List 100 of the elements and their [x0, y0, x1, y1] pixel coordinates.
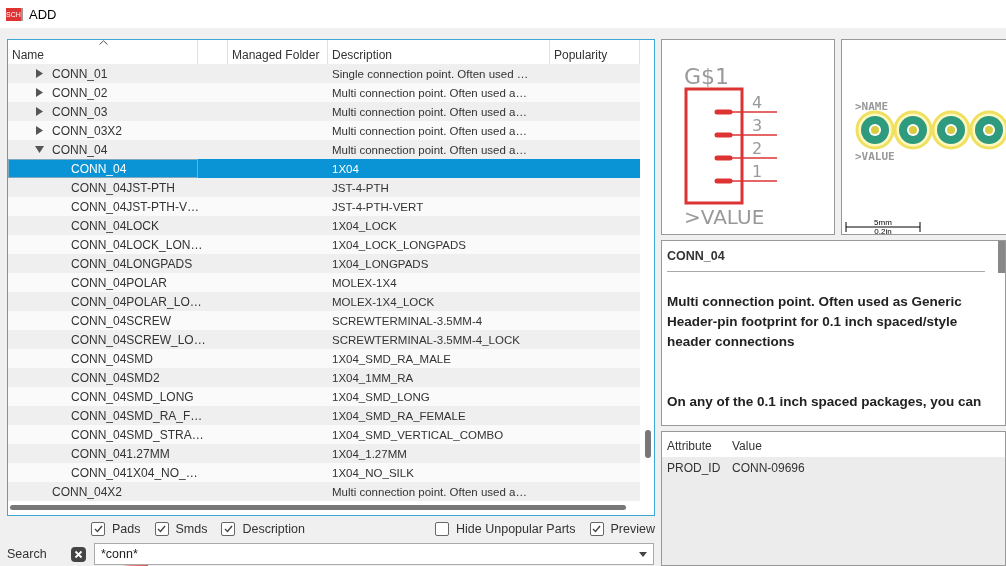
scrollbar-thumb[interactable]	[645, 430, 651, 458]
scrollbar-thumb[interactable]	[998, 241, 1005, 273]
part-description: Multi connection point. Often used a…	[331, 124, 528, 137]
part-name: CONN_041.27MM	[71, 446, 170, 461]
table-row[interactable]: CONN_041.27MM 1X04_1.27MM	[8, 444, 640, 463]
part-name: CONN_04SCREW_LO…	[71, 332, 206, 347]
checkmark-icon	[592, 525, 602, 534]
filter-checkbox[interactable]: Smds	[154, 522, 208, 537]
part-description: 1X04_NO_SILK	[331, 466, 415, 479]
part-description: 1X04_1.27MM	[331, 447, 408, 460]
table-row[interactable]: CONN_04POLAR MOLEX-1X4	[8, 273, 640, 292]
part-description: 1X04_LOCK_LONGPADS	[331, 238, 468, 251]
column-header[interactable]: Attribute	[662, 439, 727, 457]
table-row[interactable]: CONN_04 Multi connection point. Often used a…	[8, 140, 640, 159]
scrollbar-thumb[interactable]	[10, 505, 626, 511]
footprint-drawing: >NAME >VALUE 5mm 0.2in	[842, 40, 1006, 234]
table-row[interactable]: CONN_04SMD_RA_F… 1X04_SMD_RA_FEMALE	[8, 406, 640, 425]
part-name: CONN_04X2	[52, 484, 123, 499]
part-description: JST-4-PTH-VERT	[331, 200, 425, 213]
table-row[interactable]: CONN_01 Single connection point. Often used …	[8, 64, 640, 83]
part-title: CONN_04	[667, 249, 985, 272]
table-row[interactable]: CONN_04SMD 1X04_SMD_RA_MALE	[8, 349, 640, 368]
part-name: CONN_04JST-PTH-V…	[71, 199, 200, 214]
part-name: CONN_04POLAR_LO…	[71, 294, 202, 309]
part-name: CONN_03X2	[52, 123, 123, 138]
part-name: CONN_041X04_NO_…	[71, 465, 198, 480]
expand-arrow-icon[interactable]	[35, 126, 44, 135]
filter-checkbox[interactable]: Preview	[589, 522, 655, 537]
part-description: 1X04_LONGPADS	[331, 257, 430, 270]
table-row[interactable]: CONN_04SMD_STRA… 1X04_SMD_VERTICAL_COMBO	[8, 425, 640, 444]
table-row[interactable]: CONN_04JST-PTH-V… JST-4-PTH-VERT	[8, 197, 640, 216]
part-name: CONN_01	[52, 66, 108, 81]
part-name: CONN_04LOCK_LON…	[71, 237, 203, 252]
checkmark-icon	[223, 525, 233, 534]
attribute-cell-text: PROD_ID	[666, 461, 722, 475]
part-description: 1X04_SMD_RA_MALE	[331, 352, 452, 365]
part-name: CONN_04JST-PTH	[71, 180, 176, 195]
table-row[interactable]: CONN_04LOCK_LON… 1X04_LOCK_LONGPADS	[8, 235, 640, 254]
table-row[interactable]: CONN_04LOCK 1X04_LOCK	[8, 216, 640, 235]
table-row[interactable]: CONN_04SCREW SCREWTERMINAL-3.5MM-4	[8, 311, 640, 330]
part-description: Multi connection point. Often used a…	[331, 485, 528, 498]
part-description: 1X04_1MM_RA	[331, 371, 415, 384]
part-description: MOLEX-1X4	[331, 276, 398, 289]
part-name: CONN_04SMD	[71, 351, 154, 366]
part-name: CONN_04SMD_RA_F…	[71, 408, 203, 423]
expand-arrow-icon[interactable]	[35, 69, 44, 78]
part-name: CONN_04SCREW	[71, 313, 172, 328]
part-name: CONN_02	[52, 85, 108, 100]
attribute-cell-text: CONN-09696	[731, 461, 806, 475]
close-icon	[74, 549, 83, 559]
sort-caret-icon	[99, 40, 108, 45]
description-text: On any of the 0.1 inch spaced packages, you can	[667, 393, 983, 411]
part-name: CONN_04	[71, 161, 127, 176]
checkmark-icon	[157, 525, 166, 534]
table-row[interactable]: CONN_04LONGPADS 1X04_LONGPADS	[8, 254, 640, 273]
search-label: Search	[7, 547, 48, 561]
part-description: Multi connection point. Often used a…	[331, 86, 528, 99]
part-description: 1X04	[331, 162, 360, 175]
part-description: Multi connection point. Often used a…	[331, 143, 528, 156]
table-row[interactable]: CONN_041X04_NO_… 1X04_NO_SILK	[8, 463, 640, 482]
description-text: Multi connection point. Often used as Generic Header-pin footprint for 0.1 inch spaced/style header connections	[667, 293, 963, 351]
part-description: MOLEX-1X4_LOCK	[331, 295, 436, 308]
part-description: 1X04_SMD_LONG	[331, 390, 431, 403]
expand-arrow-icon[interactable]	[35, 88, 44, 97]
table-row[interactable]: CONN_04SCREW_LO… SCREWTERMINAL-3.5MM-4_LOCK	[8, 330, 640, 349]
part-name: CONN_04SMD_STRA…	[71, 427, 204, 442]
part-description: Multi connection point. Often used a…	[331, 105, 528, 118]
filter-checkbox[interactable]: Pads	[91, 522, 141, 537]
column-header[interactable]: Value	[727, 439, 1005, 457]
part-name: CONN_04SMD2	[71, 370, 160, 385]
table-row[interactable]: CONN_04JST-PTH JST-4-PTH	[8, 178, 640, 197]
dropdown-caret-icon[interactable]	[639, 551, 647, 557]
part-name: CONN_04	[52, 142, 108, 157]
part-description: JST-4-PTH	[331, 181, 390, 194]
table-row[interactable]: CONN_04SMD2 1X04_1MM_RA	[8, 368, 640, 387]
part-description: 1X04_LOCK	[331, 219, 398, 232]
part-name: CONN_04SMD_LONG	[71, 389, 194, 404]
part-description: Single connection point. Often used …	[331, 67, 530, 80]
filter-checkbox[interactable]: Hide Unpopular Parts	[435, 522, 576, 537]
expand-arrow-icon[interactable]	[35, 107, 44, 116]
part-name: CONN_03	[52, 104, 108, 119]
table-row[interactable]: CONN_03X2 Multi connection point. Often used a…	[8, 121, 640, 140]
part-description: 1X04_SMD_VERTICAL_COMBO	[331, 428, 505, 441]
table-row[interactable]: CONN_03 Multi connection point. Often used a…	[8, 102, 640, 121]
table-row[interactable]: CONN_02 Multi connection point. Often used a…	[8, 83, 640, 102]
collapse-arrow-icon[interactable]	[35, 145, 44, 154]
part-name: CONN_04LONGPADS	[71, 256, 193, 271]
symbol-drawing: G$1 4 3 2 1 >VALUE	[662, 40, 834, 234]
table-row[interactable]: CONN_04SMD_LONG 1X04_SMD_LONG	[8, 387, 640, 406]
part-description: SCREWTERMINAL-3.5MM-4_LOCK	[331, 333, 521, 346]
part-description: 1X04_SMD_RA_FEMALE	[331, 409, 467, 422]
search-field[interactable]: *conn*	[94, 543, 654, 565]
part-description: SCREWTERMINAL-3.5MM-4	[331, 314, 484, 327]
window-title: ADD	[29, 6, 57, 22]
part-name: CONN_04LOCK	[71, 218, 160, 233]
clear-search-button[interactable]	[71, 546, 86, 562]
filter-checkbox[interactable]: Description	[221, 522, 305, 537]
table-row[interactable]: CONN_04X2 Multi connection point. Often used a…	[8, 482, 640, 501]
table-row[interactable]: CONN_04POLAR_LO… MOLEX-1X4_LOCK	[8, 292, 640, 311]
checkmark-icon	[93, 525, 103, 534]
